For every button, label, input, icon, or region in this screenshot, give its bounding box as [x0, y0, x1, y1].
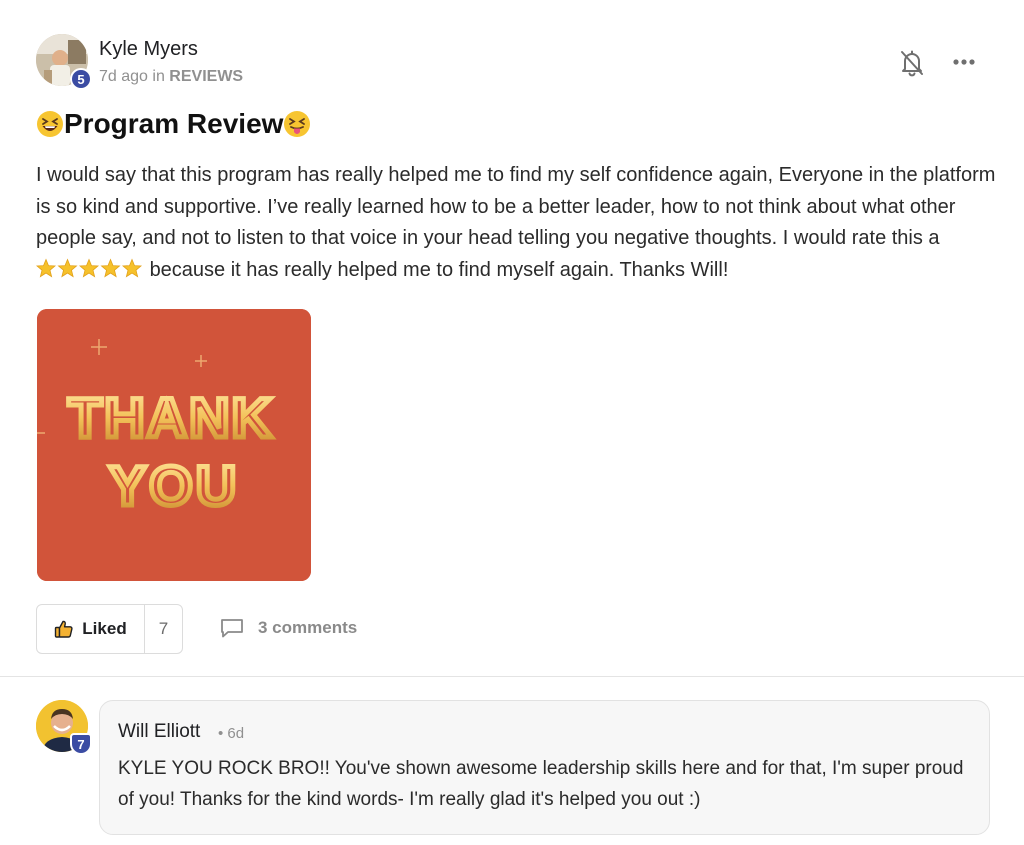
comments-count-label: 3 comments — [258, 618, 358, 637]
thumbs-up-icon — [55, 620, 73, 638]
comment-time: • 6d — [218, 725, 245, 742]
post-category[interactable]: REVIEWS — [169, 68, 243, 85]
post-body: I would say that this program has really… — [36, 160, 996, 286]
like-control: Liked 7 — [36, 604, 183, 654]
like-count[interactable]: 7 — [145, 605, 182, 653]
section-divider — [0, 676, 1024, 677]
comment-icon — [221, 619, 243, 638]
comment-bubble: Will Elliott • 6d KYLE YOU ROCK BRO!! Yo… — [99, 700, 990, 835]
bell-off-icon[interactable] — [899, 49, 925, 77]
author-level-badge: 5 — [70, 68, 92, 90]
post-time: 7d ago — [99, 68, 148, 85]
commenter-level-badge: 7 — [70, 733, 92, 755]
like-label: Liked — [82, 619, 127, 638]
gif-text-line2: YOU — [109, 454, 239, 517]
five-star-rating-icon — [36, 258, 142, 277]
gif-text-line1: THANK — [68, 386, 274, 449]
post-meta: 7d ago in REVIEWS — [99, 68, 243, 86]
post-body-text-end: because it has really helped me to find … — [149, 258, 729, 281]
tongue-out-emoji-icon — [284, 111, 311, 137]
post-in-word: in — [152, 68, 165, 85]
like-button[interactable]: Liked — [37, 605, 145, 653]
grinning-squinting-emoji-icon — [37, 111, 63, 137]
author-name[interactable]: Kyle Myers — [99, 38, 198, 61]
more-options-icon[interactable] — [950, 52, 978, 72]
post-title-text: Program Review — [64, 108, 284, 139]
commenter-name[interactable]: Will Elliott — [118, 721, 200, 743]
thank-you-gif[interactable]: THANK YOU — [37, 309, 311, 581]
post-title[interactable]: Program Review — [36, 108, 311, 140]
comment-text: KYLE YOU ROCK BRO!! You've shown awesome… — [118, 758, 964, 810]
comments-link[interactable]: 3 comments — [219, 617, 357, 639]
post-body-text: I would say that this program has really… — [36, 164, 996, 249]
